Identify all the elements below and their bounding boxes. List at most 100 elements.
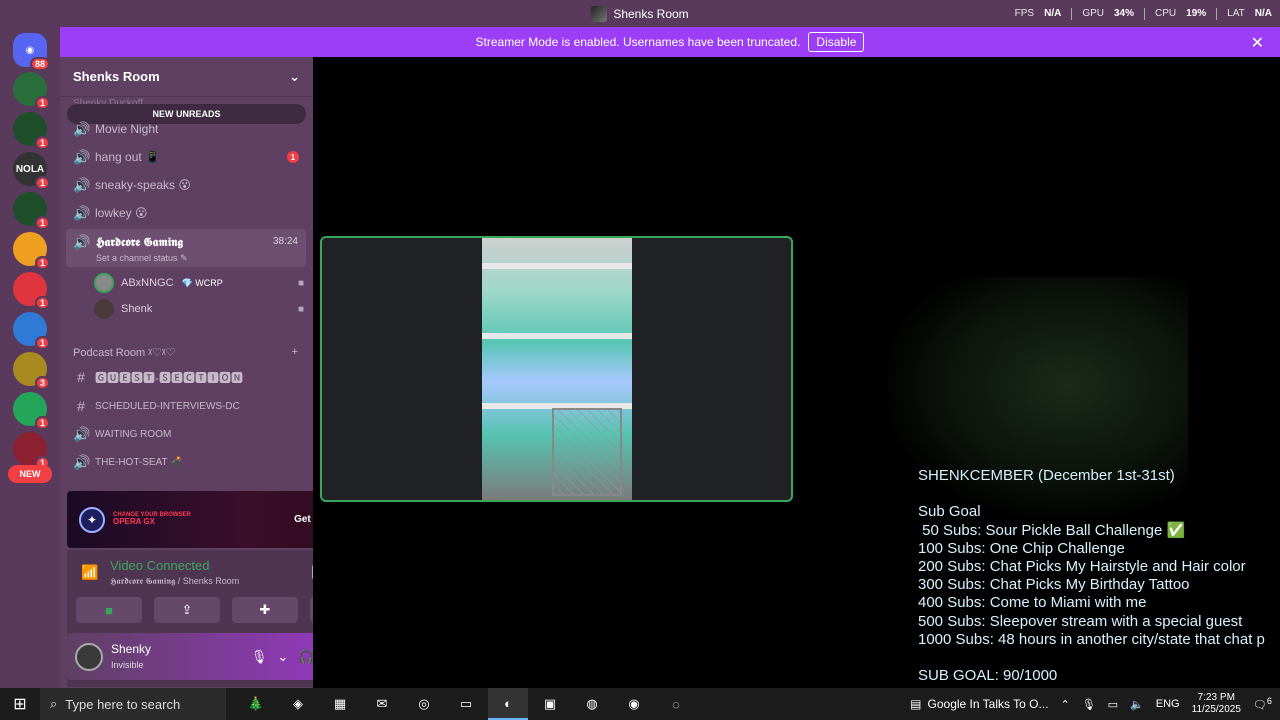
steam-icon[interactable]: ◎ <box>404 688 444 720</box>
voice-location[interactable]: 𝕳𝖆𝖗𝖉𝖈𝖔𝖗𝖊 𝕲𝖆𝖒𝖎𝖓𝖌 / Shenks Room <box>110 576 239 587</box>
spotify-icon[interactable]: ◍ <box>572 688 612 720</box>
volume-icon[interactable]: 🔈 <box>1130 698 1144 711</box>
server-icon[interactable]: 1 <box>13 72 50 110</box>
title-bar: Shenks Room FPS N/A GPU 34% CPU 19% LAT … <box>0 0 1280 27</box>
server-icon[interactable]: 1 <box>13 112 50 150</box>
channel-movie-night[interactable]: 🔊 Movie Night <box>66 116 306 142</box>
channel-hang-out[interactable]: 🔊 hang out 📱 1 <box>66 144 306 170</box>
clock[interactable]: 7:23 PM 11/25/2025 <box>1192 692 1241 716</box>
discord-icon[interactable]: ◉ <box>614 688 654 720</box>
server-badge: 3 <box>34 376 50 390</box>
server-icon[interactable]: 1 <box>13 232 50 270</box>
news-icon: ▤ <box>910 697 922 711</box>
channel-label: WAITING ROOM <box>95 428 172 440</box>
channel-label: SCHEDULED-INTERVIEWS-DC <box>95 400 240 412</box>
ad-brand: CHANGE YOUR BROWSER OPERA GX <box>113 512 191 527</box>
search-placeholder: Type here to search <box>65 696 181 712</box>
news-widget[interactable]: ▤ Google In Talks To O... <box>910 697 1048 711</box>
language-indicator[interactable]: ENG <box>1156 698 1180 710</box>
avatar[interactable] <box>75 642 103 671</box>
channel-guest-section[interactable]: # 🅶🆄🅴🆂🆃-🆂🅴🅲🆃🅸🅾🅽 <box>66 364 306 390</box>
user-tag: 💎 WCRP <box>181 277 223 288</box>
copilot-icon[interactable]: ◈ <box>278 688 318 720</box>
server-icon[interactable]: 1 <box>13 312 50 350</box>
server-badge: 1 <box>34 136 50 150</box>
home-badge: 88 <box>29 57 50 71</box>
disable-button[interactable]: Disable <box>808 32 865 52</box>
microphone-icon[interactable]: 🎙 <box>251 649 268 665</box>
user-info[interactable]: Shenky Invisible <box>111 642 151 672</box>
category-podcast-room[interactable]: Podcast Room ᵡ♡ᵡ♡ + <box>73 346 298 359</box>
channel-hot-seat[interactable]: 🔊 THE-HOT-SEAT 💣 <box>66 449 306 475</box>
server-icon[interactable]: 1 <box>13 272 50 310</box>
store-icon[interactable]: ▦ <box>320 688 360 720</box>
file-explorer-icon[interactable]: ▭ <box>446 688 486 720</box>
speaker-icon: 🔊 <box>73 148 91 165</box>
server-badge: 1 <box>34 96 50 110</box>
outlook-icon[interactable]: ✉ <box>362 688 402 720</box>
channel-status-prompt[interactable]: Set a channel status ✎ <box>96 253 188 264</box>
app-icon[interactable]: ▣ <box>530 688 570 720</box>
server-icon[interactable]: 1 <box>13 192 50 230</box>
gpu-label: GPU <box>1082 8 1104 19</box>
close-icon[interactable]: ✕ <box>1251 33 1264 53</box>
plus-icon[interactable]: + <box>292 346 298 359</box>
home-button[interactable]: ◉ 88 <box>13 33 50 71</box>
server-badge: 1 <box>34 256 50 270</box>
voice-user-name: Shenk <box>121 303 153 315</box>
obs-icon[interactable]: ◌ <box>656 688 696 720</box>
network-icon[interactable]: ▭ <box>1108 698 1118 711</box>
stream-overlay-text: SHENKCEMBER (December 1st-31st) Sub Goal… <box>918 467 1265 685</box>
video-feed <box>482 238 632 500</box>
server-icon[interactable]: 1 <box>13 432 50 470</box>
guild-name: Shenks Room <box>73 69 160 84</box>
news-headline: Google In Talks To O... <box>927 697 1049 711</box>
chevron-down-icon[interactable]: ⌄ <box>277 649 288 665</box>
screen-share-icon: ⇪ <box>181 602 193 617</box>
performance-stats: FPS N/A GPU 34% CPU 19% LAT N/A <box>1015 0 1272 27</box>
shelf <box>482 263 632 269</box>
microphone-icon[interactable]: 🎙 <box>1082 698 1096 711</box>
server-badge: 1 <box>34 176 50 190</box>
fps-label: FPS <box>1014 8 1035 19</box>
shelf <box>482 333 632 339</box>
fps-value: N/A <box>1044 8 1062 19</box>
channel-label: 🅶🆄🅴🆂🆃-🆂🅴🅲🆃🅸🅾🅽 <box>95 370 243 385</box>
voice-user-name: ABxNNGC <box>121 277 174 289</box>
channel-label: lowkey 😮 <box>95 206 148 220</box>
windows-start-icon[interactable]: ⊞ <box>0 688 40 720</box>
edge-icon[interactable]: ◐ <box>488 688 528 720</box>
channel-sneaky-speaks[interactable]: 🔊 sneaky-speaks 😮 <box>66 172 306 198</box>
channel-lowkey[interactable]: 🔊 lowkey 😮 <box>66 200 306 226</box>
lat-label: LAT <box>1227 8 1245 19</box>
channel-scheduled-interviews[interactable]: # SCHEDULED-INTERVIEWS-DC <box>66 393 306 419</box>
holiday-widget-icon[interactable]: 🎄 <box>236 688 276 720</box>
camera-button[interactable]: ■ <box>76 597 142 623</box>
channel-sidebar: Shenks Room ⌄ Shenky Duckoff NEW UNREADS… <box>60 57 376 688</box>
taskbar-search[interactable]: ⌕ Type here to search <box>40 688 226 720</box>
video-tile[interactable] <box>320 236 793 502</box>
guild-header[interactable]: Shenks Room ⌄ <box>60 57 313 97</box>
new-badge[interactable]: NEW <box>8 465 52 483</box>
active-voice-channel[interactable]: 🔊 𝕳𝖆𝖗𝖉𝖈𝖔𝖗𝖊 𝕲𝖆𝖒𝖎𝖓𝖌 38:24 Set a channel st… <box>66 229 306 267</box>
cpu-value: 19% <box>1186 8 1207 19</box>
server-badge: 1 <box>34 416 50 430</box>
avatar <box>94 273 114 293</box>
server-icon[interactable]: NOLA 1 <box>13 152 50 190</box>
system-tray: ▤ Google In Talks To O... ⌃ 🎙 ▭ 🔈 ENG 7:… <box>910 692 1280 716</box>
channel-label: hang out 📱 <box>95 150 160 164</box>
speaker-icon: 🔊 <box>73 176 91 193</box>
server-icon[interactable]: 3 <box>13 352 50 390</box>
voice-user[interactable]: ABxNNGC 💎 WCRP ■ <box>94 272 304 294</box>
chevron-up-icon[interactable]: ⌃ <box>1060 698 1069 711</box>
activities-button[interactable]: ✚ <box>232 597 298 623</box>
screen-share-button[interactable]: ⇪ <box>154 597 220 623</box>
gpu-value: 34% <box>1114 8 1135 19</box>
voice-user[interactable]: Shenk ■ <box>94 298 304 320</box>
user-status: Invisible <box>111 659 144 670</box>
headphones-icon[interactable]: 🎧 <box>298 649 314 665</box>
server-icon[interactable]: 1 <box>13 392 50 430</box>
channel-waiting-room[interactable]: 🔊 WAITING ROOM <box>66 421 306 447</box>
notification-icon[interactable]: 🗨6 <box>1253 696 1272 712</box>
channel-label: sneaky-speaks 😮 <box>95 178 191 192</box>
